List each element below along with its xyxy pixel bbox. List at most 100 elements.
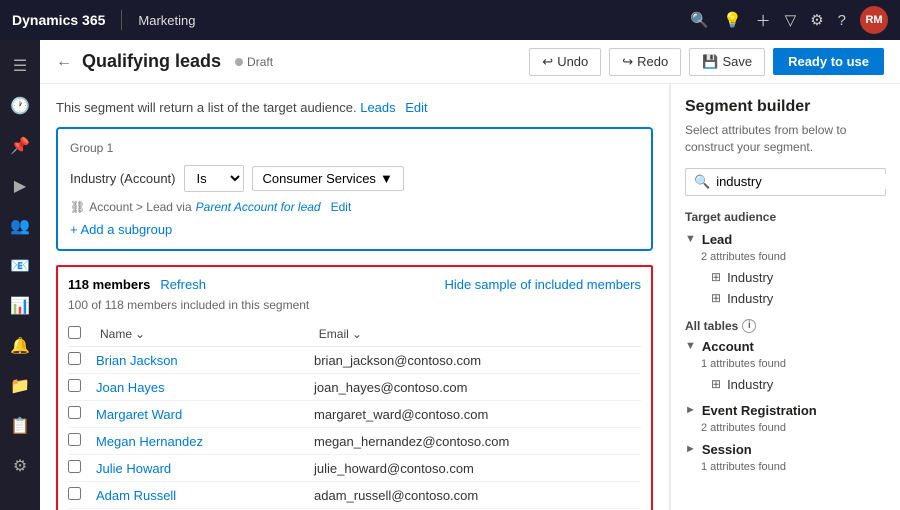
segment-search-input[interactable] — [716, 174, 892, 189]
header-bar: ← Qualifying leads Draft ↩ Undo ↪ Redo 💾… — [40, 40, 900, 84]
main-content: ← Qualifying leads Draft ↩ Undo ↪ Redo 💾… — [40, 40, 900, 510]
session-chevron-icon: ► — [685, 443, 696, 455]
sidebar-folder-icon[interactable]: 📁 — [2, 368, 38, 404]
account-sub: 1 attributes found — [701, 358, 886, 370]
condition-operator-select[interactable]: Is — [184, 165, 244, 192]
hide-members-link[interactable]: Hide sample of included members — [444, 277, 641, 292]
content-area: This segment will return a list of the t… — [40, 84, 900, 510]
group-container: Group 1 Industry (Account) Is Consumer S… — [56, 127, 653, 251]
table-icon2: ⊞ — [711, 291, 721, 305]
nav-divider — [121, 10, 122, 30]
module-name: Marketing — [138, 13, 195, 28]
redo-icon: ↪ — [622, 54, 633, 70]
header-checkbox-cell — [68, 326, 96, 342]
target-audience-label: Target audience — [685, 210, 886, 224]
sort-email-icon: ⌄ — [352, 327, 362, 341]
row-checkbox[interactable] — [68, 487, 81, 500]
redo-button[interactable]: ↪ Redo — [609, 48, 681, 76]
member-email: adam_russell@contoso.com — [314, 488, 641, 503]
search-icon: 🔍 — [694, 174, 710, 190]
member-name[interactable]: Margaret Ward — [96, 407, 314, 422]
row-checkbox[interactable] — [68, 379, 81, 392]
avatar[interactable]: RM — [860, 6, 888, 34]
condition-value[interactable]: Consumer Services ▼ — [252, 166, 404, 191]
member-name[interactable]: Julie Howard — [96, 461, 314, 476]
settings-icon[interactable]: ⚙ — [810, 11, 823, 29]
sidebar-list-icon[interactable]: 📋 — [2, 408, 38, 444]
lead-chevron-icon: ▼ — [685, 233, 696, 245]
sidebar-play-icon[interactable]: ▶ — [2, 168, 38, 204]
row-checkbox-cell — [68, 379, 96, 395]
session-header[interactable]: ► Session — [685, 442, 886, 457]
page-title: Qualifying leads — [82, 51, 221, 72]
audience-link[interactable]: Leads — [360, 100, 395, 115]
ready-to-use-button[interactable]: Ready to use — [773, 48, 884, 75]
status-badge: Draft — [235, 55, 273, 69]
sidebar-analytics-icon[interactable]: 📊 — [2, 288, 38, 324]
undo-icon: ↩ — [542, 54, 553, 70]
row-checkbox[interactable] — [68, 406, 81, 419]
lead-header[interactable]: ▼ Lead — [685, 232, 886, 247]
search-icon[interactable]: 🔍 — [690, 11, 709, 29]
draft-dot — [235, 58, 243, 66]
row-checkbox-cell — [68, 352, 96, 368]
chain-icon: ⛓ — [70, 200, 85, 214]
lightbulb-icon[interactable]: 💡 — [723, 11, 742, 29]
sidebar-pin-icon[interactable]: 📌 — [2, 128, 38, 164]
table-row: Brian Jackson brian_jackson@contoso.com — [68, 347, 641, 374]
col-email-header[interactable]: Email ⌄ — [319, 327, 641, 341]
panel-subtitle: Select attributes from below to construc… — [685, 122, 886, 156]
lead-industry2-item[interactable]: ⊞ Industry — [705, 288, 886, 309]
member-name[interactable]: Joan Hayes — [96, 380, 314, 395]
sidebar-recent-icon[interactable]: 🕐 — [2, 88, 38, 124]
select-all-checkbox[interactable] — [68, 326, 81, 339]
account-header[interactable]: ▼ Account — [685, 339, 886, 354]
members-section: 118 members Refresh Hide sample of inclu… — [56, 265, 653, 510]
left-panel: This segment will return a list of the t… — [40, 84, 670, 510]
event-reg-chevron-icon: ► — [685, 404, 696, 416]
top-nav-icons: 🔍 💡 ＋ ▽ ⚙ ? RM — [690, 6, 888, 34]
member-name[interactable]: Adam Russell — [96, 488, 314, 503]
member-name[interactable]: Brian Jackson — [96, 353, 314, 368]
help-icon[interactable]: ? — [838, 12, 846, 29]
row-checkbox[interactable] — [68, 460, 81, 473]
col-name-header[interactable]: Name ⌄ — [100, 327, 315, 341]
save-icon: 💾 — [702, 54, 718, 70]
sidebar-settings-icon[interactable]: ⚙ — [2, 448, 38, 484]
undo-button[interactable]: ↩ Undo — [529, 48, 601, 76]
row-checkbox[interactable] — [68, 433, 81, 446]
add-subgroup-button[interactable]: + Add a subgroup — [70, 222, 639, 237]
table-icon3: ⊞ — [711, 377, 721, 391]
event-reg-tree-section: ► Event Registration 2 attributes found — [685, 403, 886, 434]
condition-row: Industry (Account) Is Consumer Services … — [70, 165, 639, 192]
member-email: megan_hernandez@contoso.com — [314, 434, 641, 449]
account-industry-item[interactable]: ⊞ Industry — [705, 374, 886, 395]
lead-tree-section: ▼ Lead 2 attributes found ⊞ Industry ⊞ I… — [685, 232, 886, 309]
segment-description: This segment will return a list of the t… — [56, 100, 653, 115]
sidebar-menu-icon[interactable]: ☰ — [2, 48, 38, 84]
filter-icon[interactable]: ▽ — [785, 11, 797, 29]
lead-industry1-item[interactable]: ⊞ Industry — [705, 267, 886, 288]
member-name[interactable]: Megan Hernandez — [96, 434, 314, 449]
table-row: Margaret Ward margaret_ward@contoso.com — [68, 401, 641, 428]
save-button[interactable]: 💾 Save — [689, 48, 765, 76]
via-edit-link[interactable]: Edit — [331, 200, 352, 214]
sidebar-email-icon[interactable]: 📧 — [2, 248, 38, 284]
event-reg-header[interactable]: ► Event Registration — [685, 403, 886, 418]
account-tree-section: ▼ Account 1 attributes found ⊞ Industry — [685, 339, 886, 395]
members-count: 118 members — [68, 277, 150, 292]
row-checkbox-cell — [68, 406, 96, 422]
back-button[interactable]: ← — [56, 53, 72, 71]
edit-link[interactable]: Edit — [405, 100, 427, 115]
member-email: brian_jackson@contoso.com — [314, 353, 641, 368]
sidebar-contacts-icon[interactable]: 👥 — [2, 208, 38, 244]
sidebar-notifications-icon[interactable]: 🔔 — [2, 328, 38, 364]
add-icon[interactable]: ＋ — [756, 10, 771, 31]
group-label: Group 1 — [70, 141, 639, 155]
member-email: joan_hayes@contoso.com — [314, 380, 641, 395]
row-checkbox[interactable] — [68, 352, 81, 365]
session-tree-section: ► Session 1 attributes found — [685, 442, 886, 473]
app-layout: ☰ 🕐 📌 ▶ 👥 📧 📊 🔔 📁 📋 ⚙ ← Qualifying leads… — [0, 40, 900, 510]
via-highlight-link[interactable]: Parent Account for lead — [196, 200, 321, 214]
refresh-link[interactable]: Refresh — [160, 277, 206, 292]
